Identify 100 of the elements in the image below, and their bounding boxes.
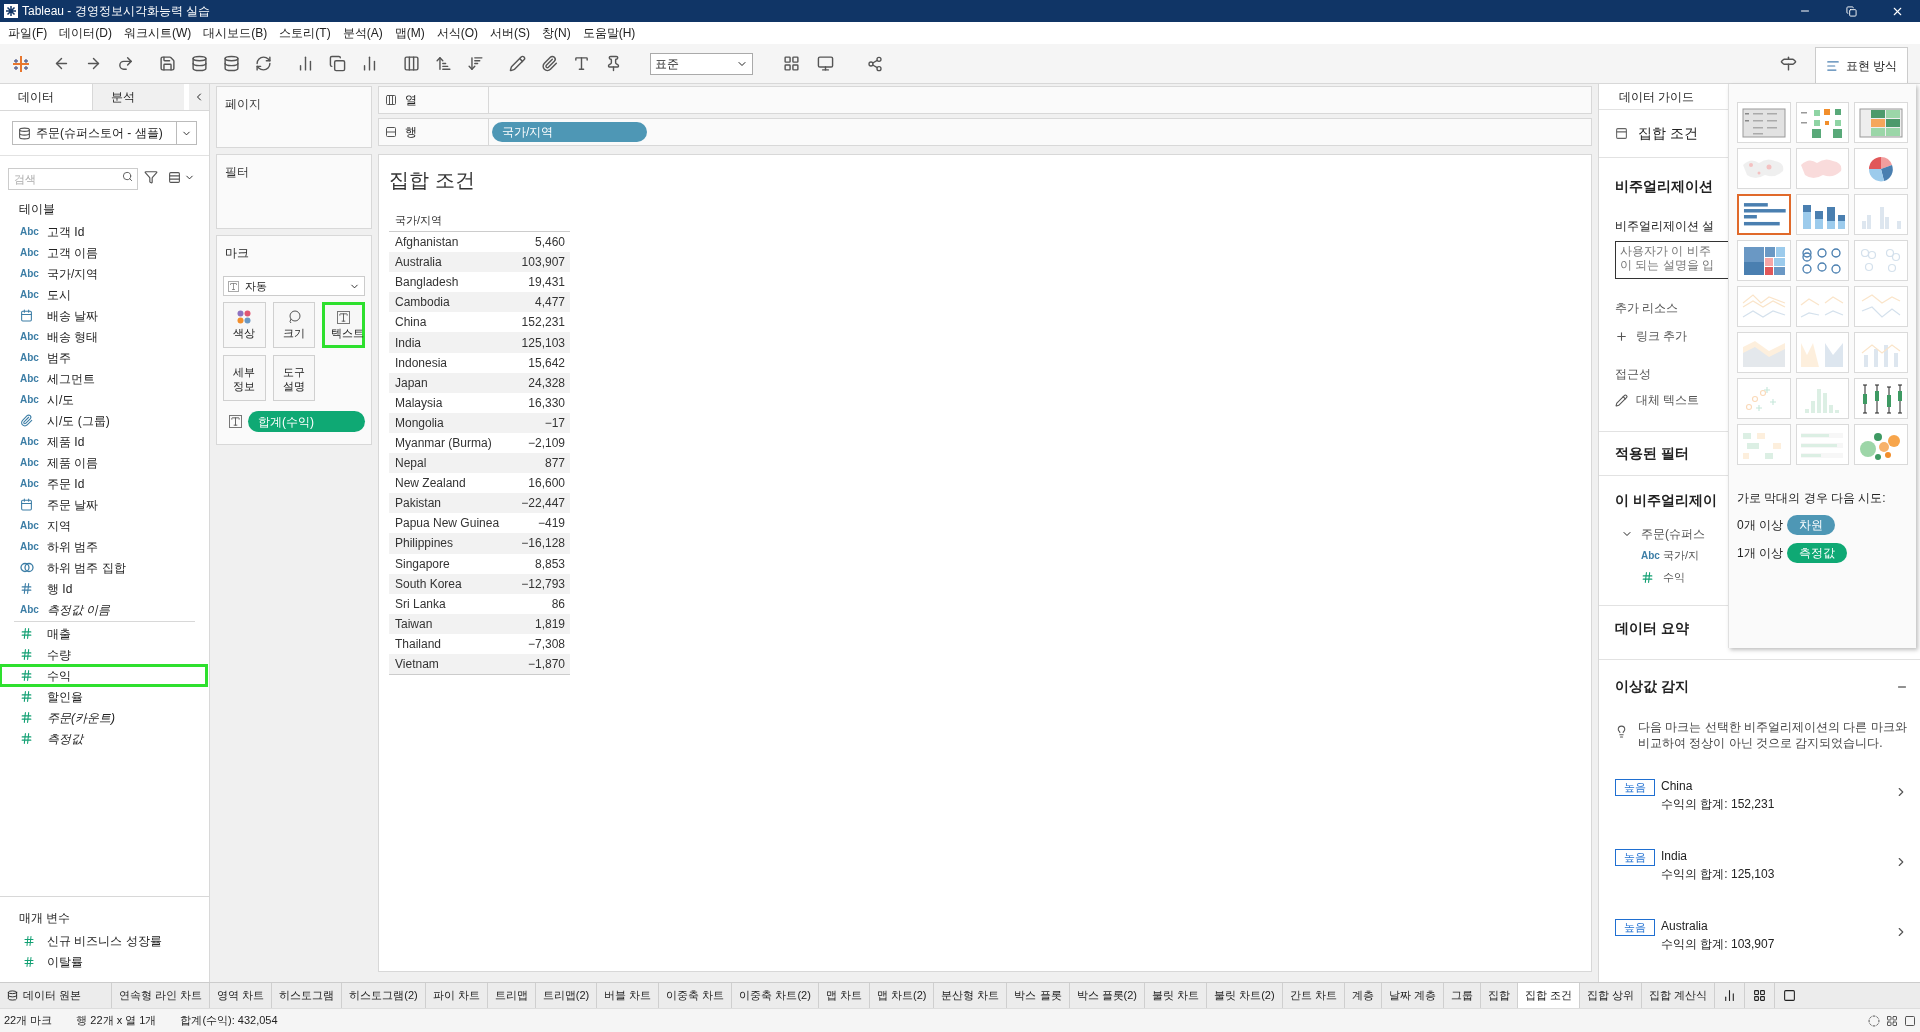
field-item[interactable]: 측정값 — [0, 728, 207, 749]
parameter-item[interactable]: 신규 비즈니스 성장률 — [0, 930, 209, 951]
field-item[interactable]: Abc 고객 Id — [0, 221, 207, 242]
pane-tab[interactable]: 분석 — [92, 84, 184, 110]
field-item[interactable]: 수량 — [0, 644, 207, 665]
outlier-value: 수익의 합계: 103,907 — [1661, 936, 1775, 953]
field-item[interactable]: 하위 범주 집합 — [0, 557, 207, 578]
share-icon — [867, 55, 883, 72]
paperclip-icon — [540, 55, 558, 72]
shelf-title: 페이지 — [225, 97, 261, 111]
table-cell-text: 16,600 — [528, 475, 566, 493]
mark-card-button[interactable]: 색상 — [223, 302, 266, 348]
section-title: 비주얼리제이션 — [1615, 177, 1714, 196]
filter-button[interactable] — [142, 168, 160, 186]
columns-shelf[interactable]: 열 — [378, 86, 1592, 114]
menu-item[interactable]: 창(N) — [536, 24, 577, 42]
field-item[interactable]: 주문(카운트) — [0, 707, 207, 728]
field-item[interactable]: Abc 하위 범주 — [0, 536, 207, 557]
field-item[interactable]: Abc 배송 형태 — [0, 326, 207, 347]
outlier-name: China — [1661, 778, 1694, 795]
alt-text-button[interactable]: 대체 텍스트 — [1615, 391, 1728, 409]
chart-type-button[interactable] — [1737, 194, 1791, 235]
mark-type-dropdown[interactable]: 자동 — [223, 276, 365, 296]
field-item[interactable]: 할인율 — [0, 686, 207, 707]
table-cell-text: 152,231 — [521, 314, 566, 332]
field-item[interactable]: Abc 도시 — [0, 284, 207, 305]
fit-dropdown[interactable]: 표준 — [650, 52, 753, 75]
mark-card-button[interactable]: 도구 설명 — [272, 355, 316, 401]
menu-item[interactable]: 서식(O) — [430, 24, 484, 42]
menu-item[interactable]: 파일(F) — [2, 24, 54, 42]
monitor-icon — [816, 55, 834, 72]
field-item[interactable]: Abc 국가/지역 — [0, 263, 207, 284]
field-item[interactable]: Abc 시/도 — [0, 389, 207, 410]
new-story-icon — [1783, 989, 1797, 1002]
collapse-button[interactable] — [189, 84, 209, 110]
row-header: Vietnam — [394, 656, 439, 673]
string-type-label: Abc — [20, 519, 40, 533]
field-item: Abc 국가/지 — [1640, 546, 1701, 565]
row-header: Sri Lanka — [394, 595, 446, 613]
view-options-button[interactable] — [168, 170, 195, 184]
field-item[interactable]: 배송 날짜 — [0, 305, 207, 326]
datasource-tree-item[interactable]: 주문(슈퍼스 — [1615, 525, 1728, 543]
column-header: 국가/지역 — [394, 214, 443, 226]
pages-shelf[interactable]: 페이지 — [216, 86, 372, 148]
field-item[interactable]: Abc 지역 — [0, 515, 207, 536]
field-item[interactable]: Abc 고객 이름 — [0, 242, 207, 263]
field-item[interactable]: 행 Id — [0, 578, 207, 599]
string-type-label: Abc — [20, 477, 40, 491]
shelf-label: 행 — [405, 124, 417, 141]
filmstrip-view-icon[interactable] — [1904, 1014, 1916, 1027]
rows-shelf[interactable]: 행 국가/지역 — [378, 118, 1592, 146]
field-item[interactable]: 주문 날짜 — [0, 494, 207, 515]
filters-shelf[interactable]: 필터 — [216, 154, 372, 229]
field-item[interactable]: Abc 세그먼트 — [0, 368, 207, 389]
hash-icon — [23, 934, 35, 947]
hint-text: 가로 막대의 경우 다음 시도: — [1737, 490, 1887, 507]
menu-item[interactable]: 분석(A) — [336, 24, 389, 42]
app-logo-icon — [4, 4, 18, 18]
menu-item[interactable]: 맵(M) — [388, 24, 431, 42]
menu-item[interactable]: 워크시트(W) — [118, 24, 198, 42]
window-title: Tableau - 경영정보시각화능력 실습 — [22, 3, 211, 20]
string-type-label: Abc — [20, 435, 40, 449]
grid-view-icon[interactable] — [1886, 1014, 1898, 1027]
datasource-dropdown[interactable]: 주문(슈퍼스토어 - 샘플) — [12, 121, 197, 145]
status-text: 행 22개 x 열 1개 — [76, 1013, 157, 1029]
requirement-pill: 차원 — [1787, 515, 1835, 535]
outlier-value: 수익의 합계: 125,103 — [1661, 866, 1775, 883]
search-field[interactable]: 검색 — [8, 168, 138, 190]
table-cell-text: −419 — [537, 515, 566, 533]
menu-item[interactable]: 도움말(H) — [576, 24, 642, 42]
field-item[interactable]: Abc 범주 — [0, 347, 207, 368]
tableau-logo-icon[interactable] — [12, 54, 30, 73]
field-item[interactable]: 시/도 (그룹) — [0, 410, 207, 431]
menu-item[interactable]: 스토리(T) — [273, 24, 337, 42]
mark-card-button[interactable]: 크기 — [272, 302, 316, 348]
sheet-tab[interactable]: 집합 조건 — [1517, 983, 1580, 1008]
outlier-item[interactable]: 높음 Australia 수익의 합계: 103,907 — [1615, 917, 1908, 953]
menu-item[interactable]: 데이터(D) — [53, 24, 118, 42]
calendar-icon — [20, 309, 33, 322]
table-cell-text: 16,330 — [528, 394, 566, 412]
field-item[interactable]: 수익 — [0, 665, 207, 686]
field-item[interactable]: Abc 제품 Id — [0, 431, 207, 452]
outlier-item[interactable]: 높음 India 수익의 합계: 125,103 — [1615, 847, 1908, 883]
mark-card-button[interactable]: 세부 정보 — [223, 355, 266, 401]
database-icon — [7, 990, 18, 1001]
parameter-item[interactable]: 이탈률 — [0, 951, 209, 972]
field-item[interactable]: 매출 — [0, 623, 207, 644]
menu-item[interactable]: 서버(S) — [484, 24, 536, 42]
string-type-label: Abc — [20, 372, 40, 386]
severity-badge: 높음 — [1615, 849, 1655, 866]
outlier-item[interactable]: 높음 China 수익의 합계: 152,231 — [1615, 777, 1908, 813]
show-me-button[interactable]: 표현 방식 — [1814, 47, 1908, 83]
field-item[interactable]: Abc 측정값 이름 — [0, 599, 207, 620]
calendar-icon — [20, 498, 33, 511]
field-item[interactable]: Abc 제품 이름 — [0, 452, 207, 473]
table-cell-text: 8,853 — [534, 555, 566, 573]
menu-item[interactable]: 대시보드(B) — [197, 24, 274, 42]
new-sheet-icon — [1722, 989, 1736, 1002]
field-item[interactable]: Abc 주문 Id — [0, 473, 207, 494]
add-link-button[interactable]: 링크 추가 — [1615, 327, 1728, 345]
